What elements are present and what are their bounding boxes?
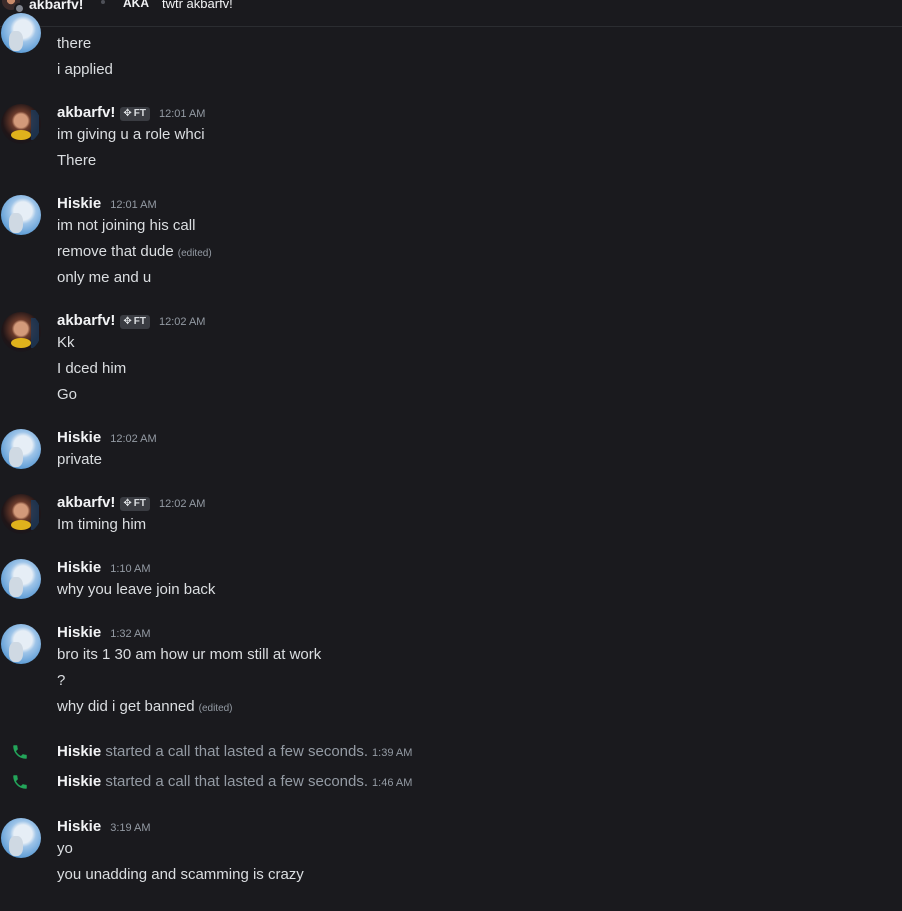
timestamp[interactable]: 12:01 AM [159, 108, 205, 120]
call-notice: Hiskie started a call that lasted a few … [57, 743, 412, 760]
header-username[interactable]: akbarfv! [29, 0, 83, 12]
timestamp[interactable]: 1:39 AM [372, 747, 412, 759]
message-body: why did i get banned [57, 698, 195, 715]
guild-tag-badge[interactable]: ✥ FT [120, 315, 150, 329]
message-header: akbarfv! ✥ FT 12:02 AM [57, 312, 205, 329]
timestamp[interactable]: 1:32 AM [110, 628, 150, 640]
message-header: Hiskie 1:10 AM [57, 559, 151, 576]
author-name[interactable]: akbarfv! [57, 312, 115, 329]
timestamp[interactable]: 1:10 AM [110, 563, 150, 575]
message-text: im giving u a role whci [57, 126, 205, 143]
guild-tag-badge[interactable]: ✥ FT [120, 107, 150, 121]
author-name[interactable]: Hiskie [57, 773, 101, 790]
guild-tag-icon: ✥ [123, 316, 132, 327]
message-text: bro its 1 30 am how ur mom still at work [57, 646, 322, 663]
message-text: i applied [57, 61, 113, 78]
avatar[interactable] [1, 624, 41, 664]
timestamp[interactable]: 3:19 AM [110, 822, 150, 834]
message-text: Im timing him [57, 516, 147, 533]
message-text: There [57, 152, 97, 169]
message-header: akbarfv! ✥ FT 12:01 AM [57, 104, 205, 121]
author-name[interactable]: Hiskie [57, 195, 101, 212]
message-header: Hiskie 12:01 AM [57, 195, 157, 212]
avatar[interactable] [1, 818, 41, 858]
avatar[interactable] [1, 559, 41, 599]
timestamp[interactable]: 12:02 AM [110, 433, 156, 445]
message-text: im not joining his call [57, 217, 196, 234]
message-header: Hiskie 1:32 AM [57, 624, 151, 641]
edited-label: (edited) [177, 248, 212, 259]
message-text: why did i get banned (edited) [57, 698, 233, 715]
message-text: Kk [57, 334, 75, 351]
author-name[interactable]: Hiskie [57, 559, 101, 576]
avatar[interactable] [1, 429, 41, 469]
timestamp[interactable]: 1:46 AM [372, 777, 412, 789]
channel-header: akbarfv! AKA twtr akbarfv! [0, 0, 902, 27]
timestamp[interactable]: 12:02 AM [159, 498, 205, 510]
message-text: private [57, 451, 103, 468]
call-description: started a call that lasted a few seconds… [105, 773, 369, 790]
message-text: remove that dude (edited) [57, 243, 212, 260]
message-text: yo [57, 840, 73, 857]
message-text: ? [57, 672, 66, 689]
author-name[interactable]: Hiskie [57, 624, 101, 641]
timestamp[interactable]: 12:01 AM [110, 199, 156, 211]
author-name[interactable]: Hiskie [57, 429, 101, 446]
message-header: Hiskie 12:02 AM [57, 429, 157, 446]
avatar[interactable] [1, 13, 41, 53]
phone-icon [13, 745, 27, 759]
message-text: you unadding and scamming is crazy [57, 866, 304, 883]
avatar[interactable] [1, 312, 41, 352]
header-extra: twtr akbarfv! [162, 0, 233, 11]
message-text: there [57, 35, 92, 52]
separator-dot [101, 0, 105, 4]
avatar[interactable] [1, 494, 41, 534]
message-header: akbarfv! ✥ FT 12:02 AM [57, 494, 205, 511]
call-description: started a call that lasted a few seconds… [105, 743, 369, 760]
avatar[interactable] [1, 104, 41, 144]
message-body: remove that dude [57, 243, 174, 260]
author-name[interactable]: akbarfv! [57, 104, 115, 121]
message-header: Hiskie 3:19 AM [57, 818, 151, 835]
timestamp[interactable]: 12:02 AM [159, 316, 205, 328]
header-tag: AKA [123, 0, 149, 10]
message-text: only me and u [57, 269, 152, 286]
guild-tag-icon: ✥ [123, 108, 132, 119]
avatar[interactable] [1, 195, 41, 235]
message-text: I dced him [57, 360, 127, 377]
phone-icon [13, 775, 27, 789]
message-text: Go [57, 386, 78, 403]
call-notice: Hiskie started a call that lasted a few … [57, 773, 412, 790]
author-name[interactable]: Hiskie [57, 743, 101, 760]
badge-label: FT [133, 316, 146, 327]
guild-tag-badge[interactable]: ✥ FT [120, 497, 150, 511]
author-name[interactable]: Hiskie [57, 818, 101, 835]
badge-label: FT [133, 498, 146, 509]
edited-label: (edited) [198, 703, 233, 714]
guild-tag-icon: ✥ [123, 498, 132, 509]
badge-label: FT [133, 108, 146, 119]
author-name[interactable]: akbarfv! [57, 494, 115, 511]
message-text: why you leave join back [57, 581, 216, 598]
